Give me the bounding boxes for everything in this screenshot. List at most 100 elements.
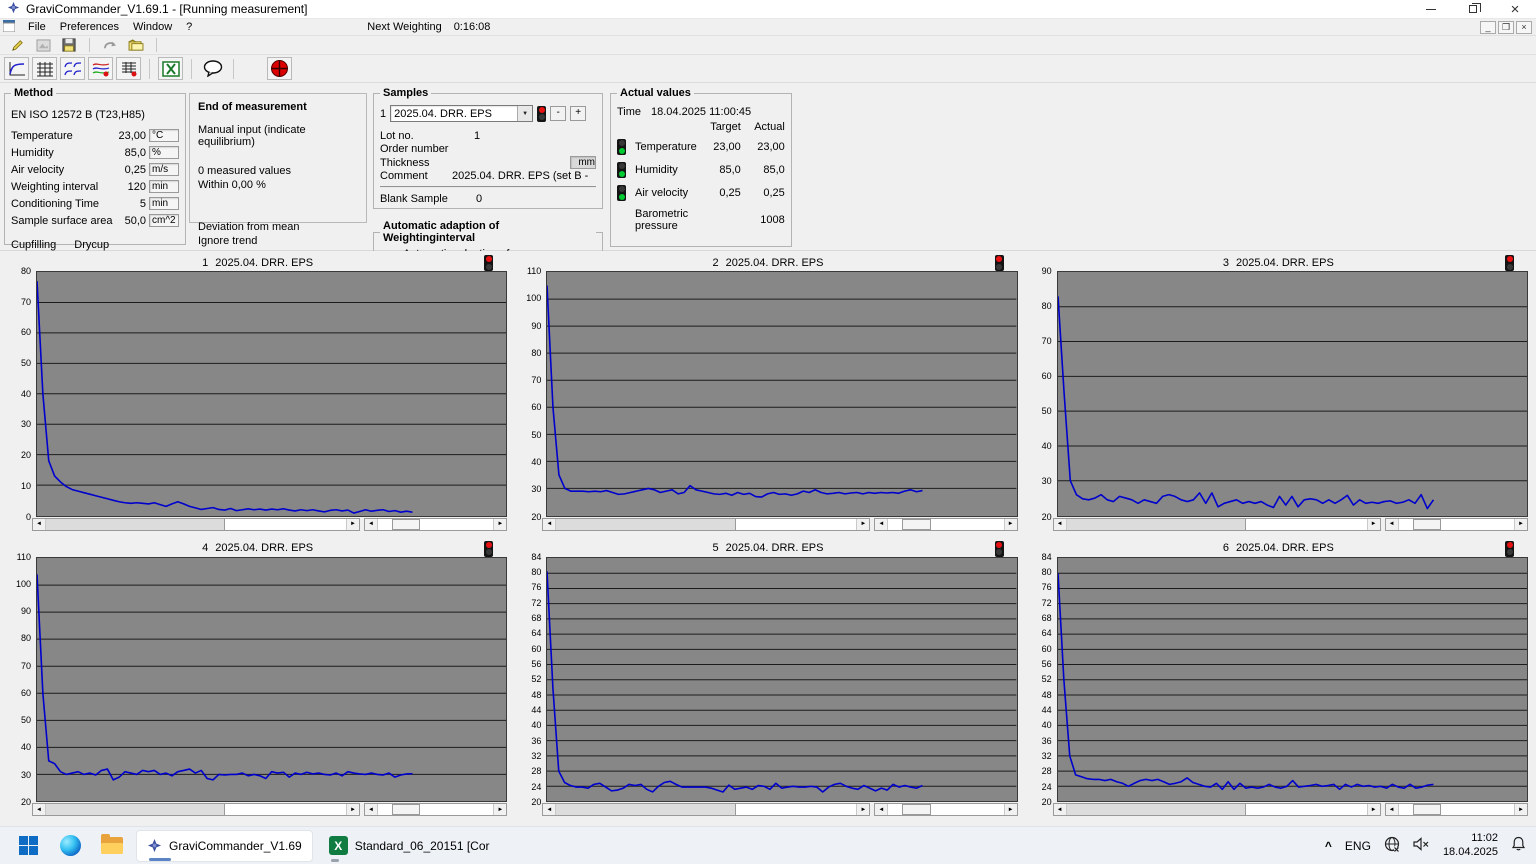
scrollbar-thumb[interactable] [46, 804, 225, 815]
scroll-right-icon[interactable]: ► [1367, 519, 1380, 530]
scrollbar-thumb[interactable] [902, 804, 930, 815]
curve-view-icon[interactable] [4, 57, 29, 80]
menu-window[interactable]: Window [126, 21, 179, 33]
taskbar-app-gravicommander[interactable]: GraviCommander_V1.69 [136, 830, 313, 862]
table-report-icon[interactable] [116, 57, 141, 80]
menu-preferences[interactable]: Preferences [53, 21, 126, 33]
open-folder-icon[interactable] [125, 37, 147, 54]
mdi-restore-icon[interactable]: ❒ [1498, 21, 1514, 34]
excel-export-icon[interactable] [158, 57, 183, 80]
scroll-left-icon[interactable]: ◄ [33, 804, 46, 815]
language-indicator[interactable]: ENG [1345, 839, 1371, 853]
comment-bubble-icon[interactable] [200, 57, 225, 80]
chart-scrollbar-zoom[interactable]: ◄ ► [364, 803, 507, 816]
all-curves-icon[interactable] [88, 57, 113, 80]
method-unit-field[interactable]: min [149, 180, 179, 193]
chart-scrollbar-main[interactable]: ◄ ► [542, 803, 870, 816]
chart-scrollbar-main[interactable]: ◄ ► [32, 518, 360, 531]
scroll-right-icon[interactable]: ► [493, 519, 506, 530]
minimize-icon[interactable] [1410, 0, 1452, 18]
start-button[interactable] [10, 830, 46, 862]
method-unit-field[interactable]: min [149, 197, 179, 210]
chart-scrollbar-zoom[interactable]: ◄ ► [874, 518, 1017, 531]
scrollbar-thumb[interactable] [1413, 804, 1441, 815]
sample-select[interactable]: 2025.04. DRR. EPS ▼ [390, 105, 533, 122]
chart-scrollbar-zoom[interactable]: ◄ ► [1385, 803, 1528, 816]
close-icon[interactable]: × [1494, 0, 1536, 18]
sample-add-button[interactable]: + [570, 106, 586, 121]
target-stop-icon[interactable] [267, 57, 292, 80]
method-unit-field[interactable]: cm^2 [149, 214, 179, 227]
scrollbar-thumb[interactable] [902, 519, 930, 530]
scrollbar-thumb[interactable] [556, 519, 735, 530]
scrollbar-thumb[interactable] [1067, 519, 1246, 530]
scroll-right-icon[interactable]: ► [856, 519, 869, 530]
scroll-left-icon[interactable]: ◄ [365, 519, 378, 530]
scroll-right-icon[interactable]: ► [1004, 519, 1017, 530]
scroll-left-icon[interactable]: ◄ [543, 519, 556, 530]
preview-icon[interactable] [32, 37, 54, 54]
thickness-unit-field[interactable]: mm [570, 156, 596, 169]
edge-icon[interactable] [52, 830, 88, 862]
scroll-left-icon[interactable]: ◄ [543, 804, 556, 815]
scrollbar-thumb[interactable] [556, 804, 735, 815]
mdi-close-icon[interactable]: × [1516, 21, 1532, 34]
taskbar-clock[interactable]: 11:02 18.04.2025 [1443, 832, 1498, 860]
save-icon[interactable] [58, 37, 80, 54]
notification-bell-icon[interactable] [1511, 836, 1526, 855]
volume-muted-icon[interactable] [1413, 837, 1430, 854]
multi-curve-view-icon[interactable] [60, 57, 85, 80]
mdi-child-icon[interactable] [3, 20, 15, 35]
scroll-left-icon[interactable]: ◄ [1386, 804, 1399, 815]
scroll-left-icon[interactable]: ◄ [875, 519, 888, 530]
chart-scrollbar-zoom[interactable]: ◄ ► [1385, 518, 1528, 531]
scroll-right-icon[interactable]: ► [346, 804, 359, 815]
scrollbar-thumb[interactable] [392, 804, 420, 815]
scroll-left-icon[interactable]: ◄ [1054, 804, 1067, 815]
chart-scrollbar-zoom[interactable]: ◄ ► [874, 803, 1017, 816]
restore-icon[interactable] [1452, 0, 1494, 18]
scrollbar-thumb[interactable] [392, 519, 420, 530]
scroll-left-icon[interactable]: ◄ [875, 804, 888, 815]
method-unit-field[interactable]: °C [149, 129, 179, 142]
scroll-right-icon[interactable]: ► [1004, 804, 1017, 815]
chart-scrollbar-zoom[interactable]: ◄ ► [364, 518, 507, 531]
scroll-right-icon[interactable]: ► [1367, 804, 1380, 815]
method-unit-field[interactable]: % [149, 146, 179, 159]
mdi-minimize-icon[interactable]: _ [1480, 21, 1496, 34]
scroll-right-icon[interactable]: ► [1514, 804, 1527, 815]
sample-remove-button[interactable]: - [550, 106, 566, 121]
y-tick-label: 40 [531, 457, 541, 467]
method-unit-field[interactable]: m/s [149, 163, 179, 176]
chart-plot-area [36, 271, 507, 517]
scroll-right-icon[interactable]: ► [493, 804, 506, 815]
scroll-right-icon[interactable]: ► [1514, 519, 1527, 530]
file-explorer-icon[interactable] [94, 830, 130, 862]
edit-pencil-icon[interactable] [6, 37, 28, 54]
scroll-left-icon[interactable]: ◄ [33, 519, 46, 530]
chart-plot-area [36, 557, 507, 803]
scroll-left-icon[interactable]: ◄ [365, 804, 378, 815]
menu-help[interactable]: ? [179, 21, 199, 33]
y-tick-label: 64 [531, 628, 541, 638]
taskbar-app-excel[interactable]: X Standard_06_20151 [Cor [319, 830, 500, 862]
chart-y-axis: 1101009080706050403020 [518, 271, 546, 517]
chart-scrollbar-main[interactable]: ◄ ► [32, 803, 360, 816]
scroll-left-icon[interactable]: ◄ [1054, 519, 1067, 530]
scroll-right-icon[interactable]: ► [346, 519, 359, 530]
chart-scrollbar-main[interactable]: ◄ ► [1053, 803, 1381, 816]
tray-chevron-icon[interactable]: ^ [1325, 839, 1332, 853]
chart-scrollbar-main[interactable]: ◄ ► [542, 518, 870, 531]
scrollbar-thumb[interactable] [46, 519, 225, 530]
humidity-status-light [617, 162, 626, 178]
scrollbar-thumb[interactable] [1067, 804, 1246, 815]
menu-file[interactable]: File [21, 21, 53, 33]
chart-scrollbar-main[interactable]: ◄ ► [1053, 518, 1381, 531]
network-globe-icon[interactable] [1384, 836, 1400, 855]
scrollbar-thumb[interactable] [1413, 519, 1441, 530]
scroll-right-icon[interactable]: ► [856, 804, 869, 815]
chevron-down-icon[interactable]: ▼ [517, 106, 532, 121]
scroll-left-icon[interactable]: ◄ [1386, 519, 1399, 530]
table-view-icon[interactable] [32, 57, 57, 80]
redo-icon[interactable] [99, 37, 121, 54]
